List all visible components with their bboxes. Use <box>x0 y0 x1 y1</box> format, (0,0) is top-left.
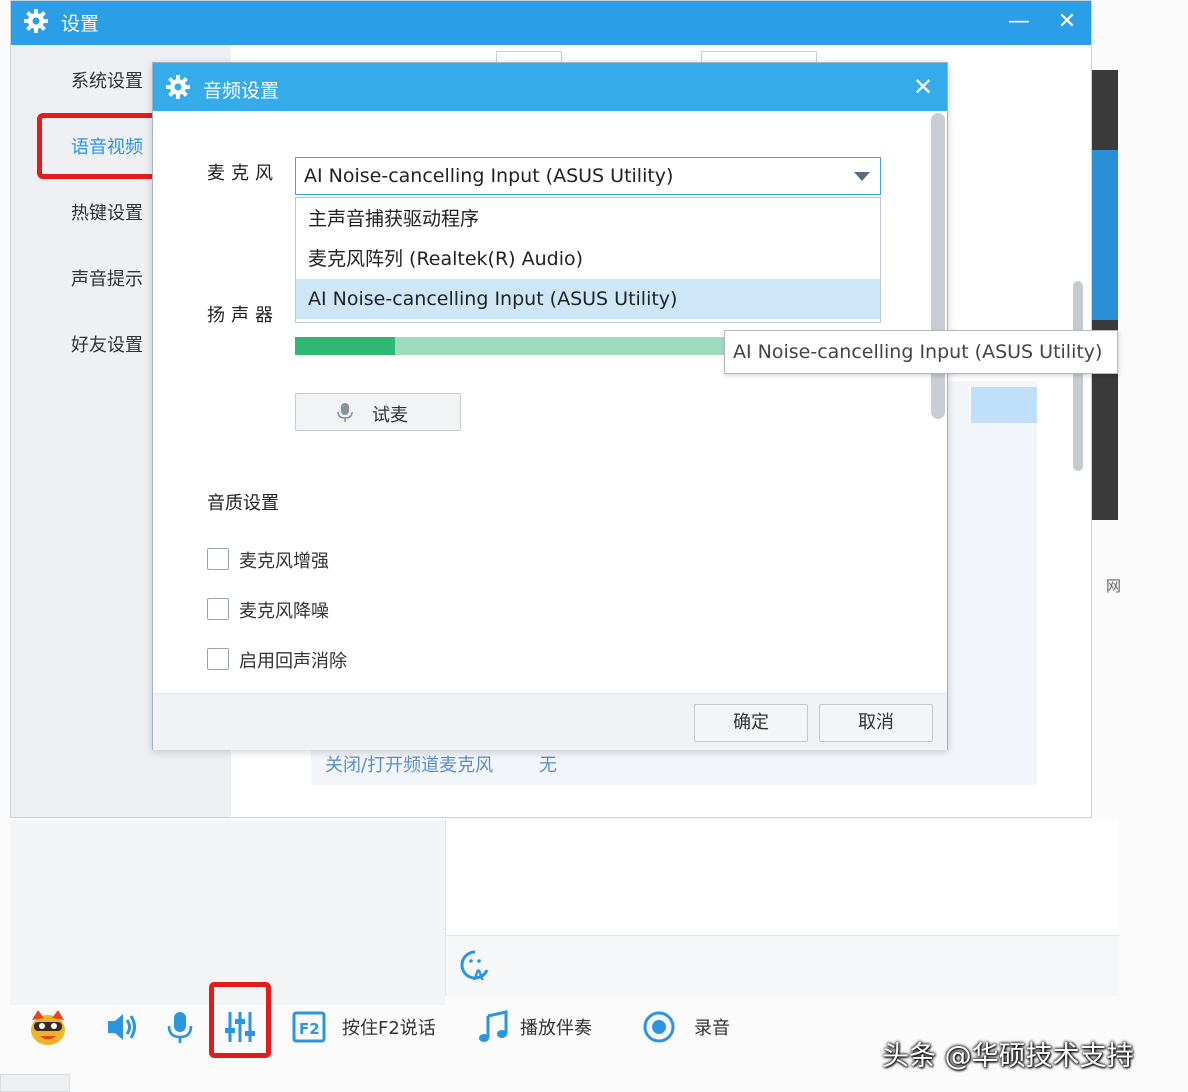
bottom-tab[interactable] <box>0 1074 70 1092</box>
background-video-image <box>1092 150 1118 320</box>
microphone-dropdown-list: 主声音捕获驱动程序 麦克风阵列 (Realtek(R) Audio) AI No… <box>295 197 881 323</box>
push-to-talk-label[interactable]: 按住F2说话 <box>342 1014 436 1040</box>
hotkey-row-label: 关闭/打开频道麦克风 <box>325 755 494 776</box>
background-window-edge <box>1118 0 1188 1092</box>
microphone-select-value: AI Noise-cancelling Input (ASUS Utility) <box>304 165 674 187</box>
watermark-text: 头条 @华硕技术支持 <box>882 1041 1134 1072</box>
test-mic-label: 试麦 <box>372 405 408 426</box>
noise-reduction-checkbox[interactable] <box>207 598 229 620</box>
f2-key-text: F2 <box>299 1020 320 1038</box>
chevron-down-icon[interactable] <box>854 172 870 181</box>
gear-icon <box>24 9 48 33</box>
f2-key-icon[interactable]: F2 <box>290 1006 330 1048</box>
chat-message-area <box>445 820 1119 935</box>
audio-dialog-titlebar: 音频设置 ✕ <box>153 63 947 111</box>
test-mic-button[interactable]: 试麦 <box>295 393 461 431</box>
record-icon[interactable] <box>640 1006 680 1048</box>
hotkey-table-cell[interactable] <box>971 387 1037 423</box>
hotkey-row-value[interactable]: 无 <box>539 751 557 777</box>
ok-button[interactable]: 确定 <box>694 704 808 742</box>
mic-level-fill <box>295 337 395 355</box>
microphone-select[interactable]: AI Noise-cancelling Input (ASUS Utility) <box>295 157 881 195</box>
settings-title: 设置 <box>61 13 100 35</box>
echo-cancel-checkbox[interactable] <box>207 648 229 670</box>
cancel-button[interactable]: 取消 <box>819 704 933 742</box>
gear-icon <box>166 75 190 99</box>
music-note-icon[interactable] <box>474 1006 514 1048</box>
dropdown-option-highlighted[interactable]: AI Noise-cancelling Input (ASUS Utility) <box>296 279 880 319</box>
mic-boost-label: 麦克风增强 <box>239 551 329 572</box>
sidebar-item-friends[interactable]: 好友设置 <box>71 331 143 357</box>
emoji-font-icon[interactable]: A <box>458 948 492 982</box>
play-accompaniment-label[interactable]: 播放伴奏 <box>520 1014 592 1040</box>
speaker-volume-icon[interactable] <box>102 1006 142 1048</box>
dialog-footer: 确定 取消 <box>153 693 947 750</box>
dropdown-option[interactable]: 麦克风阵列 (Realtek(R) Audio) <box>296 239 880 279</box>
background-text: 网 <box>1106 577 1122 595</box>
svg-text:A: A <box>473 968 484 982</box>
close-button[interactable]: ✕ <box>905 70 941 104</box>
record-label[interactable]: 录音 <box>694 1014 730 1040</box>
noise-reduction-label: 麦克风降噪 <box>239 601 329 622</box>
device-tooltip: AI Noise-cancelling Input (ASUS Utility) <box>724 330 1118 374</box>
minimize-button[interactable]: — <box>1003 5 1035 39</box>
sidebar-item-hotkeys[interactable]: 热键设置 <box>71 199 143 225</box>
settings-scrollbar[interactable] <box>1073 281 1083 471</box>
background-left-panel <box>10 820 445 1005</box>
audio-dialog-title: 音频设置 <box>203 80 280 102</box>
sidebar-item-sound-alerts[interactable]: 声音提示 <box>71 265 143 291</box>
microphone-icon[interactable] <box>160 1006 200 1048</box>
mic-boost-checkbox[interactable] <box>207 548 229 570</box>
microphone-icon <box>337 403 353 422</box>
red-highlight-box <box>209 982 271 1058</box>
mascot-avatar-icon[interactable] <box>28 1006 68 1048</box>
audio-settings-dialog: 音频设置 ✕ 麦克风 AI Noise-cancelling Input (AS… <box>152 62 948 750</box>
dropdown-option[interactable]: 主声音捕获驱动程序 <box>296 199 880 239</box>
settings-titlebar: 设置 — ✕ <box>11 1 1091 45</box>
chat-input-toolbar: A <box>445 935 1119 996</box>
device-tooltip-text: AI Noise-cancelling Input (ASUS Utility) <box>733 341 1103 363</box>
sidebar-item-system[interactable]: 系统设置 <box>71 67 143 93</box>
microphone-label: 麦克风 <box>207 163 279 184</box>
close-button[interactable]: ✕ <box>1051 5 1083 39</box>
speaker-label: 扬声器 <box>207 305 279 326</box>
echo-cancel-label: 启用回声消除 <box>239 651 347 672</box>
quality-settings-heading: 音质设置 <box>207 493 279 514</box>
